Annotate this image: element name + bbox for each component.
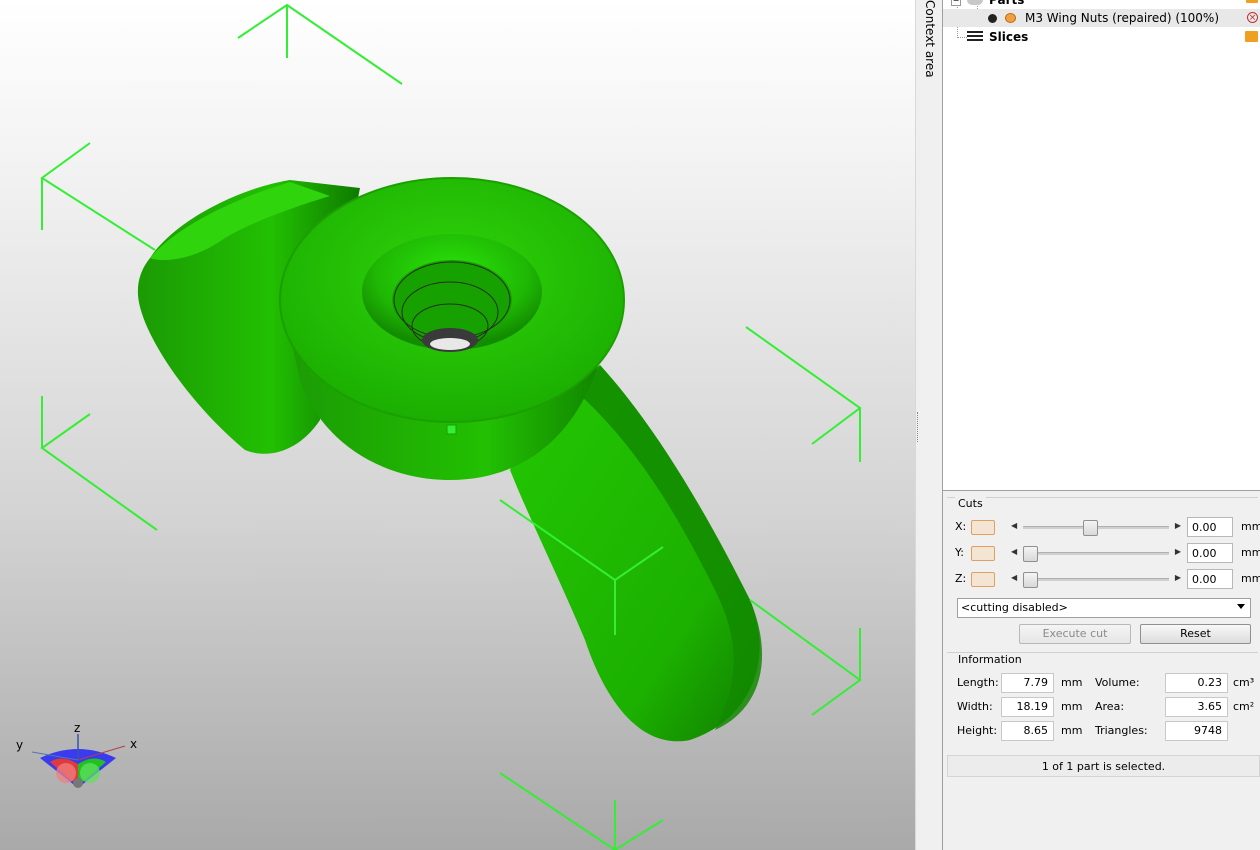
tree-item-parts[interactable]: − Parts: [943, 0, 1260, 9]
context-area-label: Context area: [923, 0, 937, 78]
collapse-icon[interactable]: −: [951, 0, 961, 6]
slider-right-arrow-icon[interactable]: ▶: [1175, 547, 1181, 556]
triangles-value: 9748: [1165, 721, 1228, 741]
length-value: 7.79: [1001, 673, 1054, 693]
slices-icon: [967, 31, 983, 43]
cut-row-x: X: ◀ ▶ 0.00 mm: [955, 516, 1260, 538]
area-label: Area:: [1095, 700, 1125, 713]
cut-z-toggle[interactable]: [971, 572, 995, 587]
slider-track[interactable]: [1023, 578, 1169, 581]
cut-row-y: Y: ◀ ▶ 0.00 mm: [955, 542, 1260, 564]
cut-y-toggle[interactable]: [971, 546, 995, 561]
cuts-group: Cuts X: ◀ ▶ 0.00 mm Y: ◀ ▶ 0.00 mm Z: ◀ …: [947, 497, 1260, 648]
remove-icon[interactable]: ×: [1247, 12, 1258, 23]
context-area-tab[interactable]: Context area: [920, 0, 943, 850]
tree-item-wing-nut[interactable]: M3 Wing Nuts (repaired) (100%) ×: [943, 9, 1260, 27]
cut-x-slider[interactable]: ◀ ▶: [1011, 518, 1181, 536]
information-title: Information: [955, 653, 1025, 666]
height-value: 8.65: [1001, 721, 1054, 741]
slider-thumb[interactable]: [1023, 546, 1038, 562]
axis-gizmo: z y x: [16, 721, 137, 788]
axis-z-label: z: [74, 721, 80, 735]
chevron-down-icon[interactable]: [1237, 604, 1245, 609]
cut-x-label: X:: [955, 520, 967, 533]
width-label: Width:: [957, 700, 993, 713]
tree-slices-label: Slices: [989, 30, 1029, 44]
folder-icon[interactable]: [1246, 0, 1258, 3]
cut-mode-value: <cutting disabled>: [961, 601, 1068, 614]
cut-z-unit: mm: [1241, 572, 1260, 585]
length-label: Length:: [957, 676, 999, 689]
3d-viewport[interactable]: z y x: [0, 0, 915, 850]
slider-left-arrow-icon[interactable]: ◀: [1011, 521, 1017, 530]
reset-button[interactable]: Reset: [1140, 624, 1251, 644]
parts-tree[interactable]: − Parts M3 Wing Nuts (repaired) (100%) ×…: [943, 0, 1260, 491]
volume-value: 0.23: [1165, 673, 1228, 693]
width-unit: mm: [1061, 700, 1083, 713]
cut-z-label: Z:: [955, 572, 967, 585]
cut-z-slider[interactable]: ◀ ▶: [1011, 570, 1181, 588]
cut-mode-select[interactable]: <cutting disabled>: [957, 598, 1251, 618]
slider-left-arrow-icon[interactable]: ◀: [1011, 547, 1017, 556]
height-unit: mm: [1061, 724, 1083, 737]
information-group: Information Length: 7.79 mm Width: 18.19…: [947, 652, 1258, 747]
area-value: 3.65: [1165, 697, 1228, 717]
slider-right-arrow-icon[interactable]: ▶: [1175, 521, 1181, 530]
slider-track[interactable]: [1023, 552, 1169, 555]
cut-x-unit: mm: [1241, 520, 1260, 533]
triangles-label: Triangles:: [1095, 724, 1148, 737]
width-value: 18.19: [1001, 697, 1054, 717]
length-unit: mm: [1061, 676, 1083, 689]
visibility-dot-icon[interactable]: [988, 14, 997, 23]
cut-y-unit: mm: [1241, 546, 1260, 559]
execute-cut-button[interactable]: Execute cut: [1019, 624, 1131, 644]
slider-right-arrow-icon[interactable]: ▶: [1175, 573, 1181, 582]
cut-row-z: Z: ◀ ▶ 0.00 mm: [955, 568, 1260, 590]
axis-y-label: y: [16, 738, 23, 752]
eye-icon[interactable]: [1005, 13, 1016, 23]
area-unit: cm²: [1233, 700, 1255, 713]
height-label: Height:: [957, 724, 998, 737]
tree-parts-label: Parts: [989, 0, 1025, 7]
cut-y-slider[interactable]: ◀ ▶: [1011, 544, 1181, 562]
axis-x-label: x: [130, 737, 137, 751]
slider-left-arrow-icon[interactable]: ◀: [1011, 573, 1017, 582]
cut-y-label: Y:: [955, 546, 964, 559]
selection-status: 1 of 1 part is selected.: [947, 755, 1260, 777]
right-panel: − Parts M3 Wing Nuts (repaired) (100%) ×…: [943, 0, 1260, 850]
slider-thumb[interactable]: [1083, 520, 1098, 536]
volume-unit: cm³: [1233, 676, 1255, 689]
cut-y-value[interactable]: 0.00: [1187, 543, 1233, 563]
cuts-title: Cuts: [955, 497, 986, 510]
cut-z-value[interactable]: 0.00: [1187, 569, 1233, 589]
tree-item-slices[interactable]: Slices: [943, 28, 1260, 46]
parts-icon: [967, 0, 983, 5]
tree-item-label: M3 Wing Nuts (repaired) (100%): [1025, 11, 1220, 25]
cut-x-toggle[interactable]: [971, 520, 995, 535]
slider-thumb[interactable]: [1023, 572, 1038, 588]
volume-label: Volume:: [1095, 676, 1140, 689]
folder-icon[interactable]: [1245, 31, 1258, 42]
cut-x-value[interactable]: 0.00: [1187, 517, 1233, 537]
